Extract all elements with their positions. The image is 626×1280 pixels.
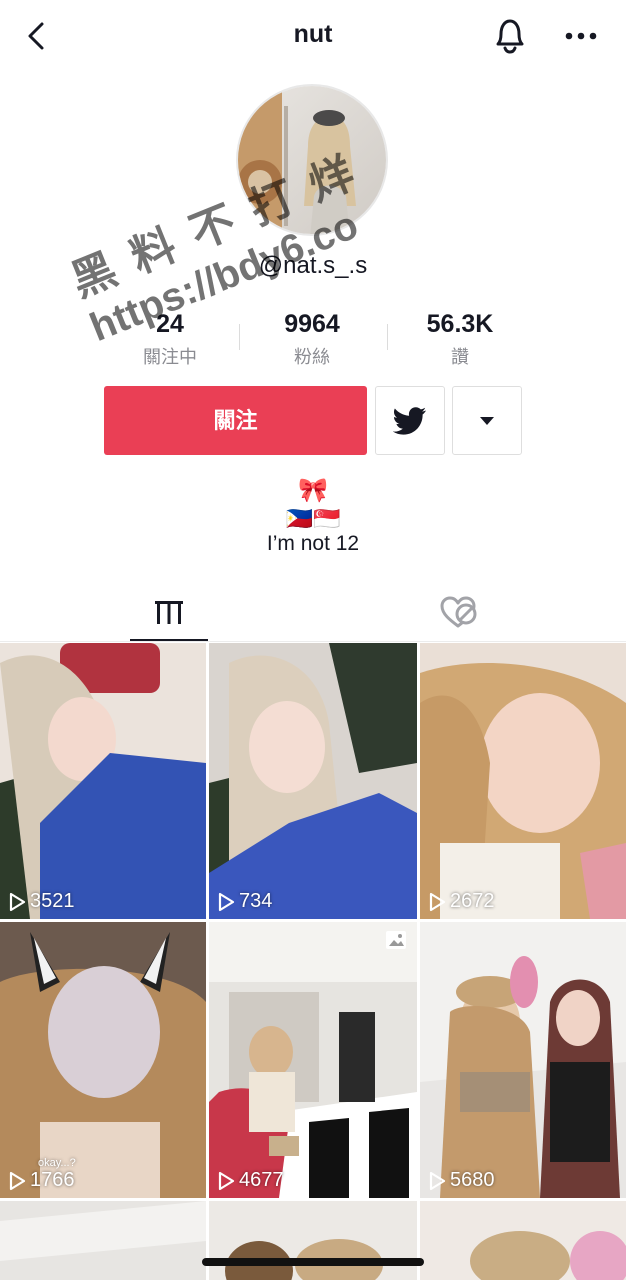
follow-button[interactable]: 關注	[104, 386, 367, 455]
dropdown-button[interactable]	[452, 386, 522, 455]
bio-text: I’m not 12	[266, 532, 360, 555]
photo-icon	[386, 931, 406, 949]
video-thumbnail	[0, 643, 206, 919]
view-count-text: 5680	[450, 1169, 495, 1191]
following-label: 關注中	[143, 347, 197, 367]
video-tile[interactable]	[420, 1201, 626, 1280]
video-tile[interactable]	[209, 1201, 417, 1280]
video-thumbnail	[209, 1201, 417, 1280]
video-tile[interactable]: 5680	[420, 922, 626, 1198]
view-count: 2672	[428, 890, 495, 913]
view-count-text: 2672	[450, 890, 495, 912]
likes-stat: 56.3K 讚	[390, 310, 530, 369]
followers-count: 9964	[284, 310, 340, 338]
video-tile[interactable]	[0, 1201, 206, 1280]
video-thumbnail	[209, 643, 417, 919]
top-nav-bar: nut	[0, 0, 626, 72]
likes-label: 讚	[451, 347, 469, 367]
home-indicator[interactable]	[202, 1258, 424, 1266]
view-count: okay...? 1766	[8, 1157, 76, 1192]
followers-stat[interactable]: 9964 粉絲	[242, 310, 382, 369]
tab-liked[interactable]	[430, 590, 486, 634]
play-icon	[9, 892, 26, 911]
view-count-row: 1766	[8, 1169, 75, 1192]
video-thumbnail	[209, 922, 417, 1198]
image-post-icon	[385, 930, 407, 955]
play-icon	[218, 892, 235, 911]
video-tile[interactable]: okay...? 1766	[0, 922, 206, 1198]
bell-icon	[496, 19, 524, 54]
profile-avatar[interactable]	[236, 84, 388, 236]
likes-count: 56.3K	[426, 310, 494, 338]
twitter-button[interactable]	[375, 386, 445, 455]
view-count: 4677	[217, 1169, 284, 1192]
twitter-icon	[393, 406, 426, 435]
view-count-text: 3521	[30, 890, 75, 912]
video-tile[interactable]: 734	[209, 643, 417, 919]
notification-button[interactable]	[490, 14, 530, 56]
stat-divider	[239, 324, 240, 350]
more-options-button[interactable]	[562, 22, 602, 50]
tabs-divider	[0, 641, 626, 642]
grid-icon	[155, 601, 183, 624]
video-thumbnail	[420, 922, 626, 1198]
view-count: 734	[217, 890, 272, 913]
triangle-down-icon	[480, 416, 494, 425]
view-count: 5680	[428, 1169, 495, 1192]
view-count: 3521	[8, 890, 75, 913]
view-count-text: 734	[239, 890, 273, 912]
profile-stats: 24 關注中 9964 粉絲 56.3K 讚	[100, 310, 520, 370]
more-dots-icon	[565, 32, 597, 40]
view-count-text: 4677	[239, 1169, 284, 1191]
stat-divider	[387, 324, 388, 350]
play-icon	[9, 1171, 26, 1190]
video-thumbnail	[420, 643, 626, 919]
video-thumbnail	[420, 1201, 626, 1280]
profile-handle: @nat.s_.s	[258, 252, 368, 279]
video-tile[interactable]: 2672	[420, 643, 626, 919]
liked-hidden-icon	[440, 596, 477, 628]
avatar-image	[238, 86, 386, 234]
play-icon	[429, 892, 446, 911]
page-title: nut	[293, 20, 333, 48]
video-tile[interactable]: 3521	[0, 643, 206, 919]
bio-ribbon-emoji: 🎀	[298, 477, 328, 504]
play-icon	[218, 1171, 235, 1190]
view-count-text: 1766	[30, 1169, 75, 1191]
followers-label: 粉絲	[294, 347, 330, 367]
following-count: 24	[156, 310, 184, 338]
video-tile[interactable]: 4677	[209, 922, 417, 1198]
play-icon	[429, 1171, 446, 1190]
video-caption: okay...?	[38, 1157, 76, 1169]
bio-flags: 🇵🇭🇸🇬	[285, 506, 341, 531]
video-thumbnail	[0, 1201, 206, 1280]
following-stat[interactable]: 24 關注中	[100, 310, 240, 369]
tab-videos[interactable]	[130, 588, 208, 638]
